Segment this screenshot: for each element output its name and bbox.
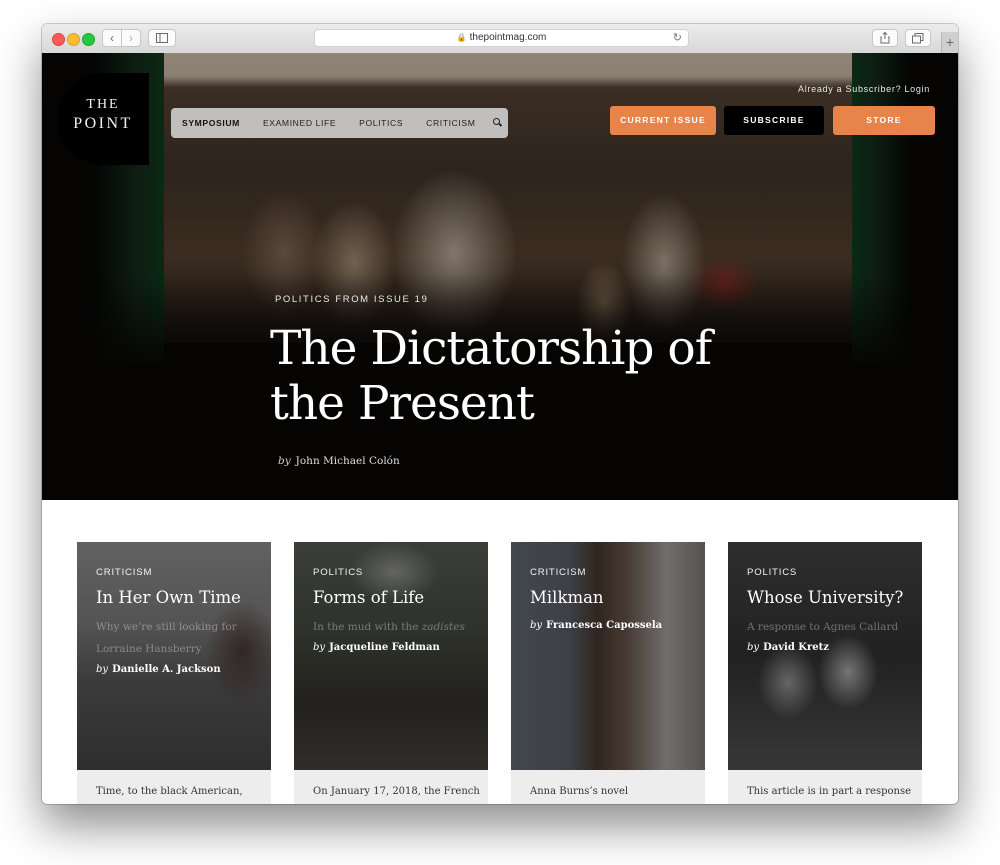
zoom-window-button[interactable] xyxy=(82,33,95,46)
sidebar-icon xyxy=(156,33,168,43)
sidebar-toggle-button[interactable] xyxy=(148,29,176,47)
nav-item-politics[interactable]: POLITICS xyxy=(359,118,403,128)
nav-item-criticism[interactable]: CRITICISM xyxy=(426,118,475,128)
card-excerpt: This article is in part a response xyxy=(747,786,912,797)
card-byline: by David Kretz xyxy=(747,642,829,653)
byline-prefix: by xyxy=(278,455,291,467)
card-excerpt: Anna Burns’s novel xyxy=(530,786,629,797)
article-card[interactable]: CRITICISM Milkman by Francesca Capossela … xyxy=(511,542,705,804)
show-tabs-button[interactable] xyxy=(905,29,931,47)
chevron-left-icon: ‹ xyxy=(110,31,114,45)
card-image: CRITICISM In Her Own Time Why we’re stil… xyxy=(77,542,271,770)
card-title[interactable]: Milkman xyxy=(530,588,705,608)
site-logo[interactable]: THE POINT xyxy=(57,73,149,165)
store-button[interactable]: STORE xyxy=(833,106,935,135)
card-title[interactable]: Whose University? xyxy=(747,588,922,608)
minimize-window-button[interactable] xyxy=(67,33,80,46)
tabs-icon xyxy=(912,33,924,44)
logo-text-the: THE xyxy=(86,97,120,112)
card-category: CRITICISM xyxy=(530,567,587,578)
article-card[interactable]: POLITICS Forms of Life In the mud with t… xyxy=(294,542,488,804)
card-category: CRITICISM xyxy=(96,567,153,578)
hero-article-title[interactable]: The Dictatorship of the Present xyxy=(270,321,790,431)
browser-toolbar: ‹ › 🔒 thepointmag.com ↻ + xyxy=(42,24,958,54)
card-category: POLITICS xyxy=(747,567,798,578)
card-excerpt: On January 17, 2018, the French xyxy=(313,786,480,797)
close-window-button[interactable] xyxy=(52,33,65,46)
card-excerpt: Time, to the black American, xyxy=(96,786,243,797)
card-category: POLITICS xyxy=(313,567,364,578)
chevron-right-icon: › xyxy=(129,31,133,45)
page-viewport: THE POINT SYMPOSIUM EXAMINED LIFE POLITI… xyxy=(42,53,958,804)
address-bar[interactable]: 🔒 thepointmag.com ↻ xyxy=(314,29,689,47)
forward-button[interactable]: › xyxy=(121,29,141,47)
card-byline: by Francesca Capossela xyxy=(530,620,663,631)
card-byline: by Jacqueline Feldman xyxy=(313,642,440,653)
card-author[interactable]: Jacqueline Feldman xyxy=(329,642,440,653)
card-byline: by Danielle A. Jackson xyxy=(96,664,221,675)
nav-item-examined-life[interactable]: EXAMINED LIFE xyxy=(263,118,336,128)
card-title[interactable]: Forms of Life xyxy=(313,588,488,608)
article-cards: CRITICISM In Her Own Time Why we’re stil… xyxy=(77,542,927,804)
new-tab-button[interactable]: + xyxy=(941,32,958,53)
share-button[interactable] xyxy=(872,29,898,47)
current-issue-button[interactable]: CURRENT ISSUE xyxy=(610,106,716,135)
plus-icon: + xyxy=(945,34,955,50)
hero-author-link[interactable]: John Michael Colón xyxy=(296,455,400,467)
card-image: POLITICS Forms of Life In the mud with t… xyxy=(294,542,488,770)
card-image: CRITICISM Milkman by Francesca Capossela xyxy=(511,542,705,770)
nav-item-symposium[interactable]: SYMPOSIUM xyxy=(182,118,240,128)
back-button[interactable]: ‹ xyxy=(102,29,122,47)
main-nav: SYMPOSIUM EXAMINED LIFE POLITICS CRITICI… xyxy=(171,108,508,138)
card-author[interactable]: Danielle A. Jackson xyxy=(112,664,221,675)
url-text: thepointmag.com xyxy=(469,32,547,43)
card-image: POLITICS Whose University? A response to… xyxy=(728,542,922,770)
card-subtitle: Why we’re still looking for Lorraine Hans… xyxy=(96,621,237,655)
login-link[interactable]: Already a Subscriber? Login xyxy=(798,84,930,94)
article-card[interactable]: CRITICISM In Her Own Time Why we’re stil… xyxy=(77,542,271,804)
browser-window: ‹ › 🔒 thepointmag.com ↻ + THE POINT SYMP… xyxy=(42,24,958,804)
card-author[interactable]: Francesca Capossela xyxy=(546,620,662,631)
hero-byline: by John Michael Colón xyxy=(278,455,400,467)
reload-icon[interactable]: ↻ xyxy=(673,30,682,46)
hero-kicker: POLITICS FROM ISSUE 19 xyxy=(275,294,429,305)
subscribe-button[interactable]: SUBSCRIBE xyxy=(724,106,824,135)
card-subtitle: In the mud with the zadistes xyxy=(313,621,465,633)
logo-text-point: POINT xyxy=(73,115,133,132)
card-author[interactable]: David Kretz xyxy=(763,642,829,653)
card-subtitle: A response to Agnes Callard xyxy=(747,621,899,633)
hero-section: THE POINT SYMPOSIUM EXAMINED LIFE POLITI… xyxy=(42,53,958,500)
article-card[interactable]: POLITICS Whose University? A response to… xyxy=(728,542,922,804)
share-icon xyxy=(880,31,890,44)
search-icon[interactable] xyxy=(493,118,503,128)
card-title[interactable]: In Her Own Time xyxy=(96,588,271,608)
lock-icon: 🔒 xyxy=(456,33,467,42)
